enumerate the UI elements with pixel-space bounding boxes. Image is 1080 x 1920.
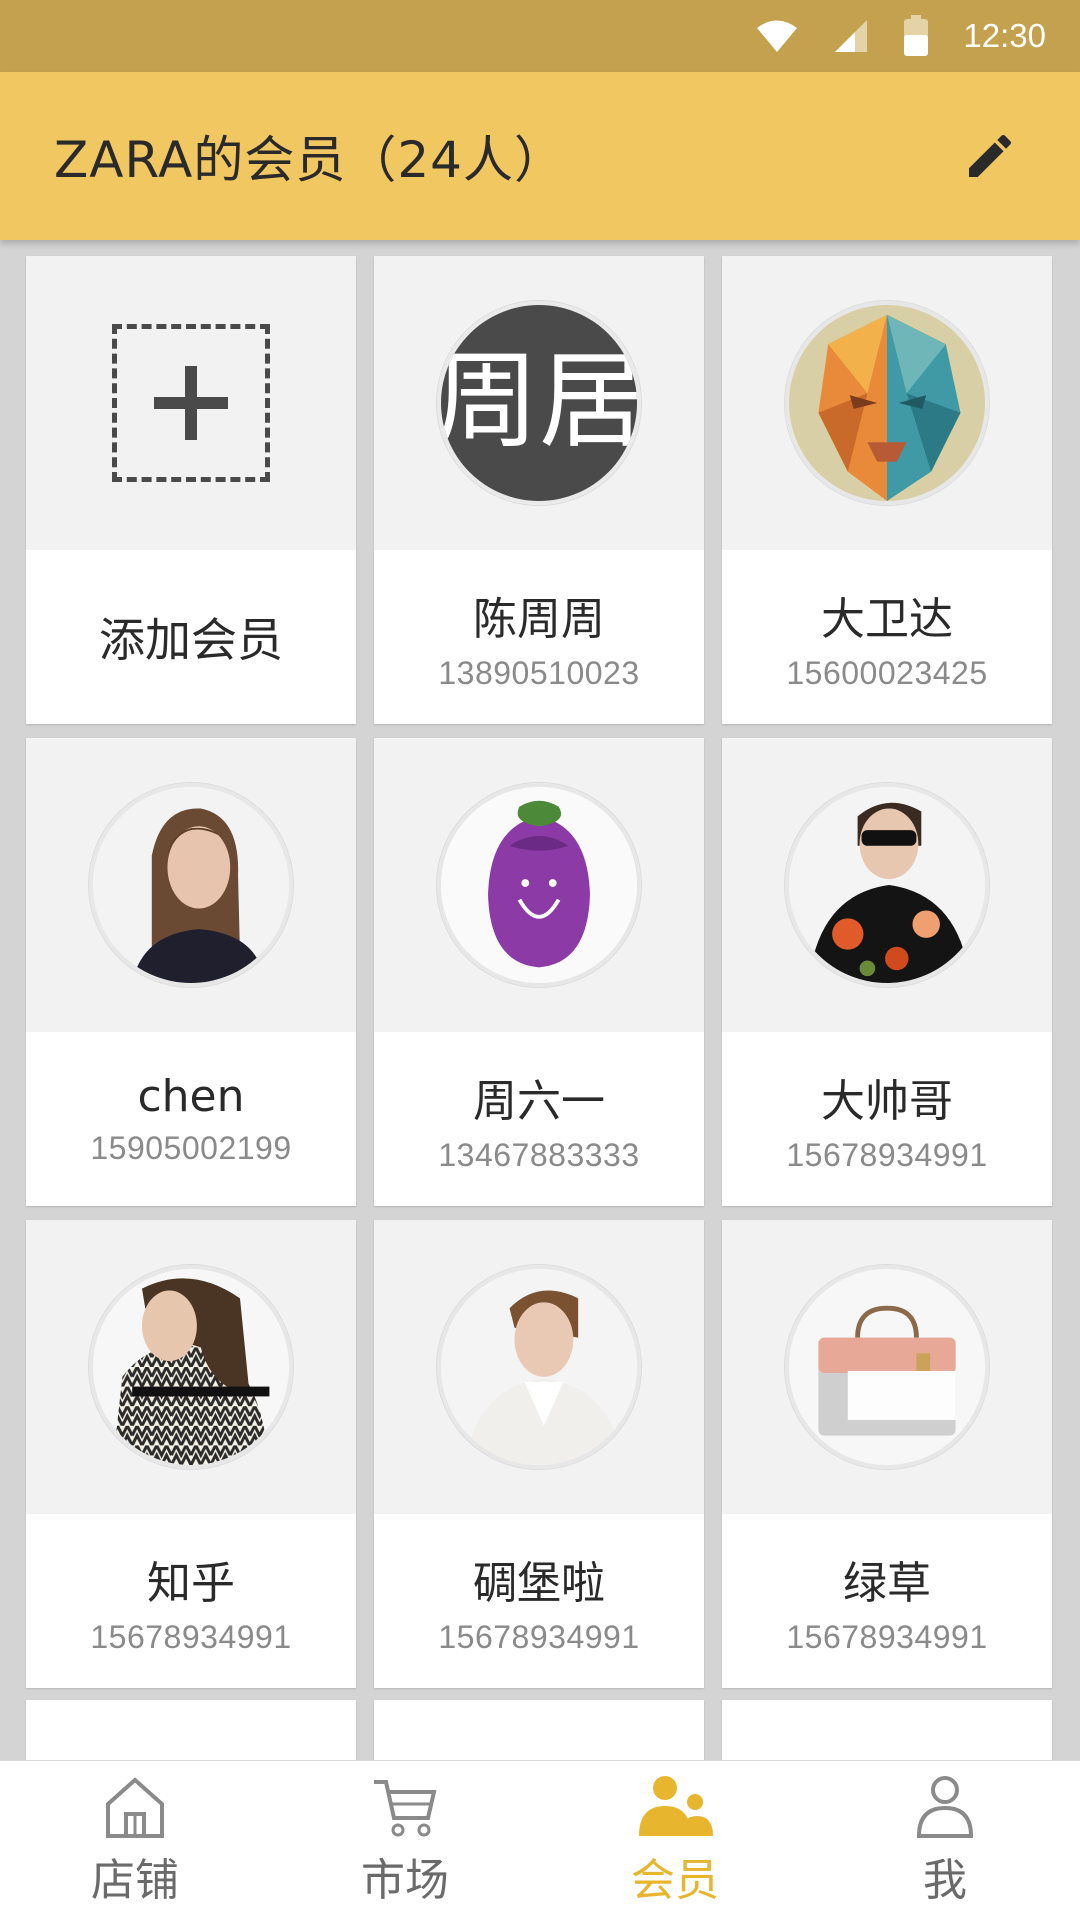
polygon-face-image: [789, 305, 985, 501]
status-bar: 12:30: [0, 0, 1080, 72]
status-time: 12:30: [963, 17, 1046, 54]
nav-label: 市场: [361, 1854, 449, 1906]
bottom-nav: 店铺 市场 会员 我: [0, 1760, 1080, 1920]
member-grid: 添加会员 周居 陈周周 13890510023 大卫达 15600023425 …: [26, 256, 1054, 1688]
man-white-avatar: [437, 1265, 641, 1469]
wifi-icon: [757, 20, 798, 52]
zhouju-text-image: 周居: [441, 305, 637, 501]
eggplant-image: [441, 787, 637, 983]
member-phone: 15905002199: [90, 1130, 292, 1166]
member-avatar-area: [722, 1220, 1052, 1514]
member-card[interactable]: [722, 1700, 1052, 1760]
member-phone: 15678934991: [438, 1618, 640, 1655]
person-icon: [916, 1775, 974, 1838]
member-card[interactable]: 碉堡啦 15678934991: [374, 1220, 704, 1688]
zhouju-text: 周居: [441, 339, 637, 462]
battery-icon: [904, 15, 929, 56]
cart-icon: [374, 1779, 437, 1836]
member-info: chen 15905002199: [26, 1032, 356, 1206]
member-avatar-area: [26, 738, 356, 1032]
member-name: 大帅哥: [821, 1075, 953, 1127]
handbag-image: [789, 1269, 985, 1465]
man-white-image: [441, 1269, 637, 1465]
member-card[interactable]: 大卫达 15600023425: [722, 256, 1052, 724]
member-phone: 15678934991: [90, 1618, 292, 1655]
add-member-label-area: 添加会员: [26, 550, 356, 724]
member-card[interactable]: 周六一 13467883333: [374, 738, 704, 1206]
member-card[interactable]: chen 15905002199: [26, 738, 356, 1206]
app-bar: ZARA的会员（24人）: [0, 72, 1080, 240]
add-member-icon-area: [26, 256, 356, 550]
member-card[interactable]: 绿草 15678934991: [722, 1220, 1052, 1688]
page-title: ZARA的会员（24人）: [54, 131, 565, 189]
add-dashed-icon: [112, 324, 270, 482]
nav-item-members[interactable]: 会员: [540, 1761, 810, 1920]
member-info: 大帅哥 15678934991: [722, 1032, 1052, 1206]
member-name: 知乎: [147, 1557, 235, 1609]
nav-item-market[interactable]: 市场: [270, 1761, 540, 1920]
member-card[interactable]: 知乎 15678934991: [26, 1220, 356, 1688]
member-card[interactable]: [26, 1700, 356, 1760]
pencil-icon: [969, 134, 1012, 177]
handbag-avatar: [785, 1265, 989, 1469]
partial-row: [26, 1700, 1054, 1760]
man-sunglasses-image: [789, 787, 985, 983]
man-sunglasses-avatar: [785, 783, 989, 987]
member-phone: 15600023425: [786, 654, 988, 691]
member-avatar-area: [374, 1220, 704, 1514]
cellular-signal-icon: [835, 20, 868, 52]
member-phone: 13890510023: [438, 654, 640, 691]
add-member-card[interactable]: 添加会员: [26, 256, 356, 724]
member-phone: 15678934991: [786, 1136, 988, 1173]
member-avatar-area: [374, 738, 704, 1032]
nav-item-me[interactable]: 我: [810, 1761, 1080, 1920]
member-info: 周六一 13467883333: [374, 1032, 704, 1206]
nav-label: 店铺: [91, 1854, 179, 1906]
member-info: 陈周周 13890510023: [374, 550, 704, 724]
member-name: 周六一: [473, 1075, 605, 1127]
member-avatar-area: [722, 738, 1052, 1032]
nav-item-store[interactable]: 店铺: [0, 1761, 270, 1920]
member-info: 知乎 15678934991: [26, 1514, 356, 1688]
woman-photo-avatar: [89, 783, 293, 987]
member-name: 碉堡啦: [473, 1557, 605, 1609]
members-icon: [639, 1775, 713, 1836]
woman-pattern-avatar: [89, 1265, 293, 1469]
member-name: 绿草: [843, 1557, 931, 1609]
member-card[interactable]: 周居 陈周周 13890510023: [374, 256, 704, 724]
member-info: 碉堡啦 15678934991: [374, 1514, 704, 1688]
nav-label: 我: [923, 1854, 967, 1906]
member-info: 大卫达 15600023425: [722, 550, 1052, 724]
polygon-face-avatar: [785, 301, 989, 505]
woman-photo-image: [93, 787, 289, 983]
nav-label: 会员: [631, 1854, 719, 1906]
member-name: 大卫达: [821, 593, 953, 645]
plus-icon: [154, 366, 228, 440]
woman-pattern-image: [93, 1269, 289, 1465]
member-card[interactable]: [374, 1700, 704, 1760]
member-phone: 15678934991: [786, 1618, 988, 1655]
member-name: 陈周周: [473, 593, 605, 645]
member-phone: 13467883333: [438, 1136, 640, 1173]
member-avatar-area: 周居: [374, 256, 704, 550]
member-info: 绿草 15678934991: [722, 1514, 1052, 1688]
member-avatar-area: [26, 1220, 356, 1514]
member-avatar-area: [722, 256, 1052, 550]
member-name: chen: [137, 1071, 245, 1122]
edit-button[interactable]: [954, 120, 1026, 192]
add-member-label: 添加会员: [99, 613, 283, 667]
zhouju-text-avatar: 周居: [437, 301, 641, 505]
home-icon: [106, 1776, 164, 1838]
eggplant-avatar: [437, 783, 641, 987]
member-card[interactable]: 大帅哥 15678934991: [722, 738, 1052, 1206]
